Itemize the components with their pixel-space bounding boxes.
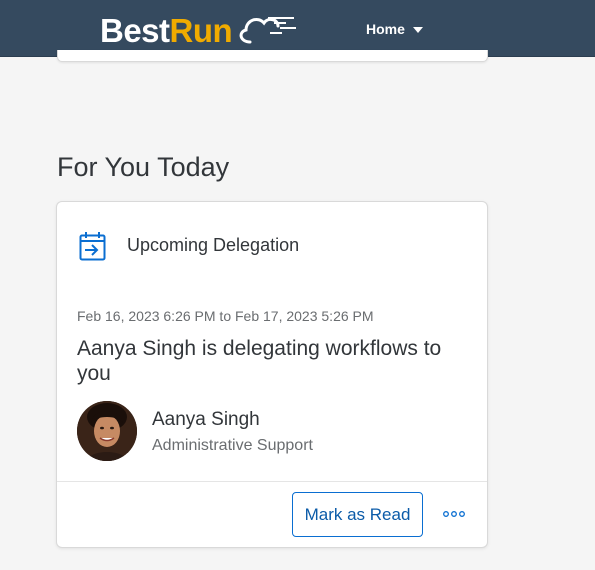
delegation-headline: Aanya Singh is delegating workflows to y… xyxy=(77,337,442,385)
avatar xyxy=(77,401,137,461)
home-nav-menu[interactable]: Home xyxy=(366,18,423,40)
person-name: Aanya Singh xyxy=(152,409,260,430)
home-nav-label: Home xyxy=(366,21,405,37)
calendar-delegation-icon xyxy=(79,232,106,261)
previous-card-bottom xyxy=(57,50,488,62)
logo-cloud-icon xyxy=(239,17,296,44)
logo-text-best: Best xyxy=(100,12,170,49)
caret-down-icon xyxy=(412,26,423,33)
shell-header: BestRun Home xyxy=(0,0,595,57)
delegation-card[interactable]: Upcoming Delegation Feb 16, 2023 6:26 PM… xyxy=(56,201,488,548)
avatar-portrait-icon xyxy=(77,401,137,461)
person-role: Administrative Support xyxy=(152,437,313,454)
card-footer-divider xyxy=(57,481,487,482)
date-range: Feb 16, 2023 6:26 PM to Feb 17, 2023 5:2… xyxy=(77,308,374,324)
section-title: For You Today xyxy=(57,152,230,182)
card-title: Upcoming Delegation xyxy=(127,235,300,255)
mark-as-read-button[interactable]: Mark as Read xyxy=(292,492,423,537)
overflow-dots-icon[interactable] xyxy=(439,504,469,524)
